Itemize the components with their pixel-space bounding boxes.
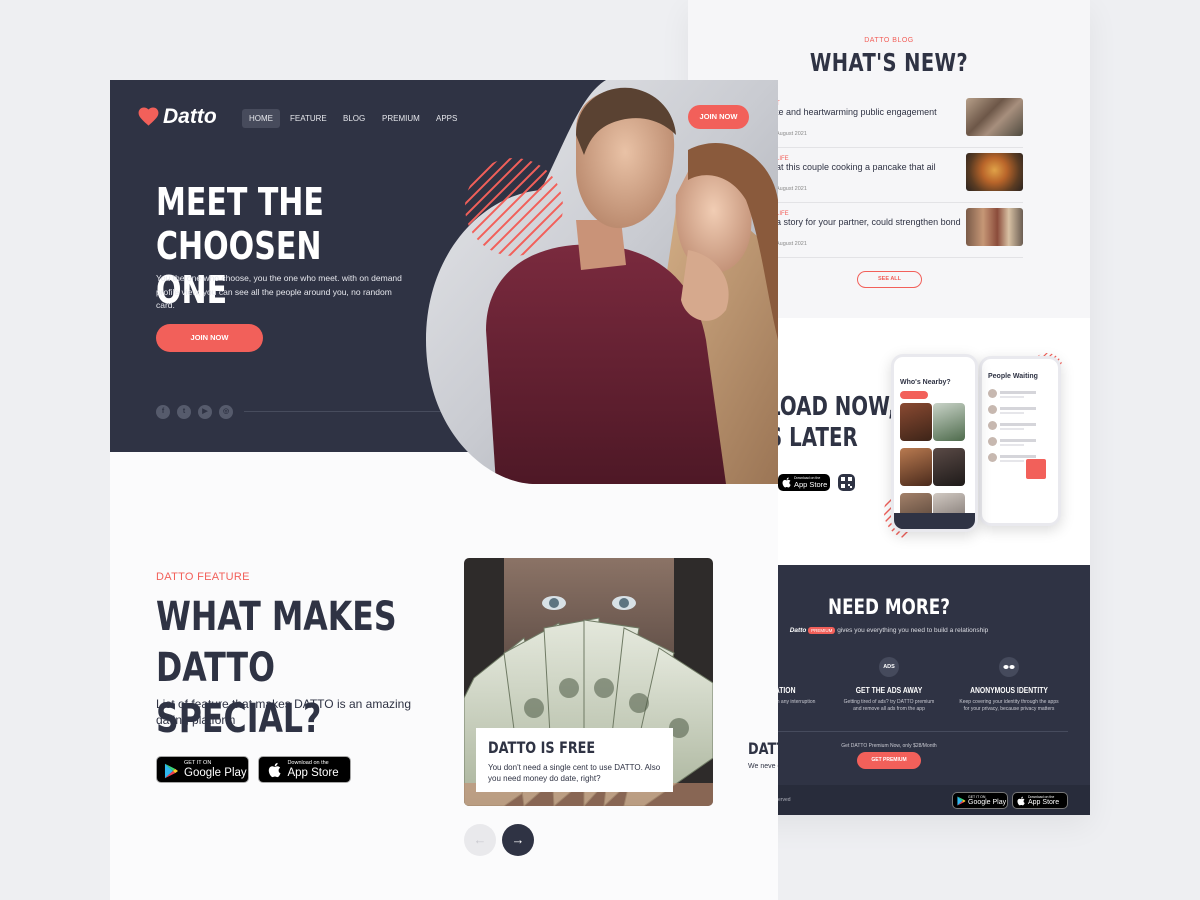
phone-title: Who's Nearby? <box>900 379 951 386</box>
carousel-prev-arrow-icon[interactable]: ← <box>464 824 496 856</box>
qr-code-button[interactable] <box>838 474 856 491</box>
phone-filter-pill <box>900 391 928 399</box>
phone-mockup-whos-nearby: Who's Nearby? <box>891 354 978 532</box>
app-store-big-text: App Store <box>794 480 828 489</box>
ads-icon: ADS <box>879 657 899 677</box>
google-play-big-text: Google Play <box>968 799 1007 806</box>
google-play-big-text: Google Play <box>184 767 247 779</box>
list-item <box>988 405 1054 417</box>
app-store-badge[interactable]: Download on the App Store <box>258 756 352 783</box>
logo-text[interactable]: Datto <box>163 105 217 129</box>
post-thumbnail[interactable] <box>966 208 1023 246</box>
premium-feature: ANONYMOUS IDENTITY Keep covering your id… <box>958 657 1060 713</box>
apple-icon <box>782 477 791 488</box>
blog-post[interactable]: LIFE a story for your partner, could str… <box>758 208 1023 258</box>
post-title[interactable]: a story for your partner, could strength… <box>776 217 966 228</box>
apple-icon <box>1017 796 1025 806</box>
blog-post[interactable]: T te and heartwarming public engagement … <box>758 98 1023 148</box>
copyright: erved <box>778 797 791 803</box>
post-date: August 2021 <box>776 241 807 247</box>
anonymous-glasses-icon <box>999 657 1019 677</box>
feature-card-caption: DATTO IS FREE You don't need a single ce… <box>476 728 673 792</box>
divider <box>778 731 1068 732</box>
feature-card[interactable]: DATTO IS FREE You don't need a single ce… <box>464 558 713 806</box>
blog-post[interactable]: LIFE at this couple cooking a pancake th… <box>758 153 1023 203</box>
see-all-button[interactable]: SEE ALL <box>857 271 922 288</box>
app-store-badge[interactable]: Download on the App Store <box>778 474 830 491</box>
join-now-button[interactable]: JOIN NOW <box>156 324 263 352</box>
post-date: August 2021 <box>776 131 807 137</box>
post-title[interactable]: at this couple cooking a pancake that ai… <box>776 162 966 173</box>
app-store-badge[interactable]: Download on the App Store <box>1012 792 1068 809</box>
google-play-small-text: GET IT ON <box>184 760 212 766</box>
phone-mockup-people-waiting: People Waiting <box>979 356 1061 526</box>
brand-name: Datto <box>789 627 807 634</box>
divider <box>244 411 444 412</box>
phone-title: People Waiting <box>988 373 1038 380</box>
app-store-big-text: App Store <box>1028 799 1060 806</box>
feature-text: Keep covering your identity through the … <box>959 699 1059 712</box>
blog-eyebrow: DATTO BLOG <box>864 37 914 44</box>
app-store-small-text: Download on the <box>287 760 329 766</box>
apple-icon <box>269 762 281 778</box>
list-item <box>988 437 1054 449</box>
google-play-badge[interactable]: GET IT ON Google Play <box>156 756 249 783</box>
twitter-icon[interactable]: t <box>177 405 191 419</box>
premium-feature: ADS GET THE ADS AWAY Getting tired of ad… <box>839 657 939 713</box>
facebook-icon[interactable]: f <box>156 405 170 419</box>
feature-text: Getting tired of ads? try DATTO premium … <box>843 699 935 712</box>
list-item <box>988 421 1054 433</box>
store-badges: GET IT ON Google Play Download on the Ap… <box>156 756 352 783</box>
post-title[interactable]: te and heartwarming public engagement <box>776 107 966 118</box>
nav-premium[interactable]: PREMIUM <box>382 109 420 128</box>
nav-blog[interactable]: BLOG <box>343 109 365 128</box>
feature-subtitle: List of feature that makes DATTO is an a… <box>156 697 411 727</box>
join-now-nav-button[interactable]: JOIN NOW <box>688 105 749 129</box>
google-play-icon <box>957 796 966 806</box>
google-play-badge[interactable]: GET IT ON Google Play <box>952 792 1008 809</box>
feature-card-title: DATT <box>748 739 778 758</box>
stripe-circle-decoration <box>465 158 563 256</box>
qr-code-icon <box>841 477 853 488</box>
carousel-next-arrow-icon[interactable]: → <box>502 824 534 856</box>
download-badges: Download on the App Store <box>778 474 856 492</box>
app-store-big-text: App Store <box>287 767 339 779</box>
get-premium-button[interactable]: GET PREMIUM <box>857 752 921 769</box>
feature-title: GET THE ADS AWAY <box>855 686 923 695</box>
post-thumbnail[interactable] <box>966 153 1023 191</box>
list-item <box>988 389 1054 401</box>
feature-eyebrow: DATTO FEATURE <box>156 571 250 583</box>
phone-tab-bar <box>894 513 975 529</box>
feature-card-title: DATTO IS FREE <box>488 738 596 757</box>
feature-card-text: We neve organiza <box>748 763 778 770</box>
hero-description: You the one who choose, you the one who … <box>156 273 402 310</box>
google-play-icon <box>164 763 179 779</box>
landing-page: Datto HOME FEATURE BLOG PREMIUM APPS MEE… <box>110 80 778 900</box>
feature-card-text: You don't need a single cent to use DATT… <box>488 763 661 783</box>
couple-photo <box>426 80 778 484</box>
post-date: August 2021 <box>776 186 807 192</box>
youtube-icon[interactable]: ▶ <box>198 405 212 419</box>
blog-title: WHAT'S NEW? <box>809 48 969 77</box>
premium-badge: PREMIUM <box>808 627 836 634</box>
instagram-icon[interactable]: ◎ <box>219 405 233 419</box>
nav-home[interactable]: HOME <box>242 109 280 128</box>
nav-feature[interactable]: FEATURE <box>290 109 327 128</box>
red-card <box>1026 459 1046 479</box>
feature-title: ANONYMOUS IDENTITY <box>970 686 1048 695</box>
post-thumbnail[interactable] <box>966 98 1023 136</box>
need-more-text: gives you everything you need to build a… <box>837 627 989 634</box>
heart-logo-icon <box>138 107 159 126</box>
